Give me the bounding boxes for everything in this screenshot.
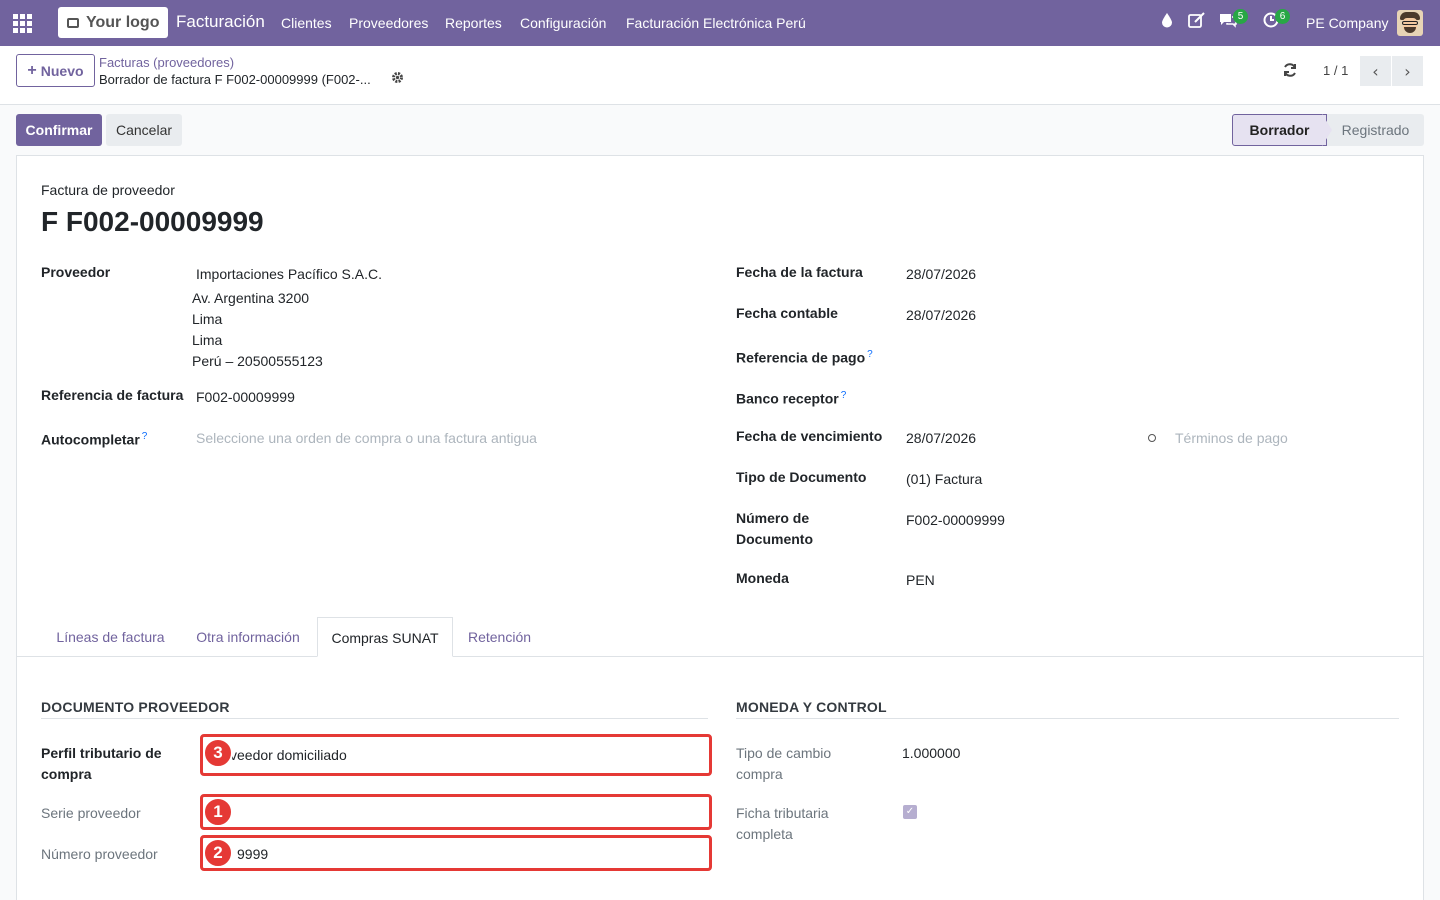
menu-facturacion-electronica[interactable]: Facturación Electrónica Perú	[626, 15, 806, 31]
numero-documento-label-line2: Documento	[736, 531, 813, 547]
fecha-contable-label: Fecha contable	[736, 305, 838, 321]
chevron-right-icon: ›	[1404, 61, 1411, 81]
tipo-documento-label: Tipo de Documento	[736, 469, 867, 485]
edit-icon[interactable]	[1187, 12, 1207, 32]
stage-arrow	[1322, 114, 1332, 146]
referencia-factura-label: Referencia de factura	[41, 387, 184, 403]
autocompletar-field[interactable]: Seleccione una orden de compra o una fac…	[196, 430, 537, 446]
proveedor-label: Proveedor	[41, 264, 111, 280]
form-sheet: Factura de proveedor F F002-00009999 Pro…	[16, 155, 1424, 900]
menu-clientes[interactable]: Clientes	[281, 15, 332, 31]
moneda-label: Moneda	[736, 570, 789, 586]
company-logo[interactable]: Your logo	[58, 7, 168, 38]
ficha-tributaria-label-line2: completa	[736, 826, 793, 842]
status-bar: Confirmar Cancelar Borrador Registrado	[16, 105, 1424, 155]
section-divider	[736, 718, 1399, 719]
proveedor-address-line: Perú – 20500555123	[192, 353, 323, 369]
breadcrumb-current: Borrador de factura F F002-00009999 (F00…	[99, 72, 371, 87]
fecha-vencimiento-field[interactable]: 28/07/2026	[906, 428, 976, 449]
menu-proveedores[interactable]: Proveedores	[349, 15, 428, 31]
tab-otra-informacion[interactable]: Otra información	[179, 617, 317, 657]
menu-configuracion[interactable]: Configuración	[520, 15, 606, 31]
help-icon: ?	[867, 349, 873, 360]
fecha-vencimiento-label: Fecha de vencimiento	[736, 428, 883, 444]
section-moneda-control: MONEDA Y CONTROL	[736, 699, 887, 715]
fecha-factura-label: Fecha de la factura	[736, 264, 863, 280]
stage-registrado[interactable]: Registrado	[1327, 114, 1424, 146]
tipo-cambio-field: 1.000000	[902, 745, 961, 761]
new-button[interactable]: + Nuevo	[16, 54, 95, 87]
proveedor-address-line: Lima	[192, 332, 223, 348]
menu-reportes[interactable]: Reportes	[445, 15, 502, 31]
proveedor-address-line: Av. Argentina 3200	[192, 290, 310, 306]
section-documento-proveedor: DOCUMENTO PROVEEDOR	[41, 699, 230, 715]
section-divider	[41, 718, 708, 719]
messages-badge: 5	[1233, 9, 1248, 24]
tab-lineas-factura[interactable]: Líneas de factura	[42, 617, 179, 657]
app-name[interactable]: Facturación	[176, 12, 265, 32]
proveedor-field[interactable]: Importaciones Pacífico S.A.C.	[196, 264, 382, 285]
refresh-icon[interactable]	[1282, 62, 1298, 82]
numero-proveedor-label: Número proveedor	[41, 846, 158, 862]
stage-borrador[interactable]: Borrador	[1232, 114, 1327, 146]
step-marker: 3	[203, 738, 233, 768]
terminos-pago-field[interactable]: Términos de pago	[1175, 430, 1288, 446]
cancel-button[interactable]: Cancelar	[106, 114, 182, 146]
control-panel: + Nuevo Facturas (proveedores) Borrador …	[0, 46, 1440, 105]
fecha-contable-field[interactable]: 28/07/2026	[906, 305, 976, 326]
proveedor-address-line: Lima	[192, 311, 223, 327]
form-subtitle: Factura de proveedor	[41, 182, 175, 198]
confirm-button[interactable]: Confirmar	[16, 114, 102, 146]
step-marker: 2	[203, 838, 233, 868]
activities-badge: 6	[1275, 9, 1290, 24]
numero-documento-field[interactable]: F002-00009999	[906, 510, 1005, 531]
top-navbar: Your logo Facturación Clientes Proveedor…	[0, 0, 1440, 46]
highlight-box	[200, 835, 712, 871]
autocompletar-label: Autocompletar?	[41, 431, 148, 448]
pager-previous-button[interactable]: ‹	[1360, 56, 1391, 86]
form-title: F F002-00009999	[41, 206, 264, 237]
help-icon: ?	[840, 390, 847, 401]
perfil-tributario-label-line2: compra	[41, 766, 92, 782]
highlight-box	[200, 794, 712, 830]
new-button-label: Nuevo	[40, 62, 84, 79]
breadcrumb-parent[interactable]: Facturas (proveedores)	[99, 55, 234, 70]
referencia-pago-label: Referencia de pago?	[736, 349, 873, 366]
numero-documento-label: Número de	[736, 510, 810, 526]
circle-icon	[1148, 434, 1156, 442]
tipo-documento-field[interactable]: (01) Factura	[906, 469, 982, 490]
pager-value[interactable]: 1 / 1	[1323, 63, 1348, 78]
user-avatar[interactable]	[1397, 10, 1423, 36]
gear-icon[interactable]	[391, 71, 404, 87]
referencia-factura-field[interactable]: F002-00009999	[196, 387, 295, 408]
tab-compras-sunat[interactable]: Compras SUNAT	[317, 617, 453, 657]
plus-icon: +	[27, 61, 37, 79]
notebook-tabs: Líneas de factura Otra información Compr…	[17, 617, 1423, 657]
moneda-field[interactable]: PEN	[906, 570, 935, 591]
tipo-cambio-label: Tipo de cambio	[736, 745, 832, 761]
serie-proveedor-label: Serie proveedor	[41, 805, 141, 821]
chevron-left-icon: ‹	[1372, 61, 1379, 81]
fecha-factura-field[interactable]: 28/07/2026	[906, 264, 976, 285]
logo-text: Your logo	[86, 13, 160, 31]
app-menu-icon[interactable]	[13, 14, 32, 33]
banco-receptor-label: Banco receptor?	[736, 390, 847, 407]
ficha-tributaria-checkbox[interactable]: ✓	[903, 805, 917, 819]
tipo-cambio-label-line2: compra	[736, 766, 783, 782]
drop-icon[interactable]	[1157, 12, 1177, 32]
perfil-tributario-label: Perfil tributario de	[41, 745, 162, 761]
highlight-box	[200, 734, 712, 776]
camera-icon	[67, 17, 79, 28]
tab-retencion[interactable]: Retención	[453, 617, 546, 657]
step-marker: 1	[203, 797, 233, 827]
company-switcher[interactable]: PE Company	[1306, 15, 1388, 31]
pager-next-button[interactable]: ›	[1392, 56, 1423, 86]
ficha-tributaria-label: Ficha tributaria	[736, 805, 829, 821]
help-icon: ?	[141, 431, 148, 442]
